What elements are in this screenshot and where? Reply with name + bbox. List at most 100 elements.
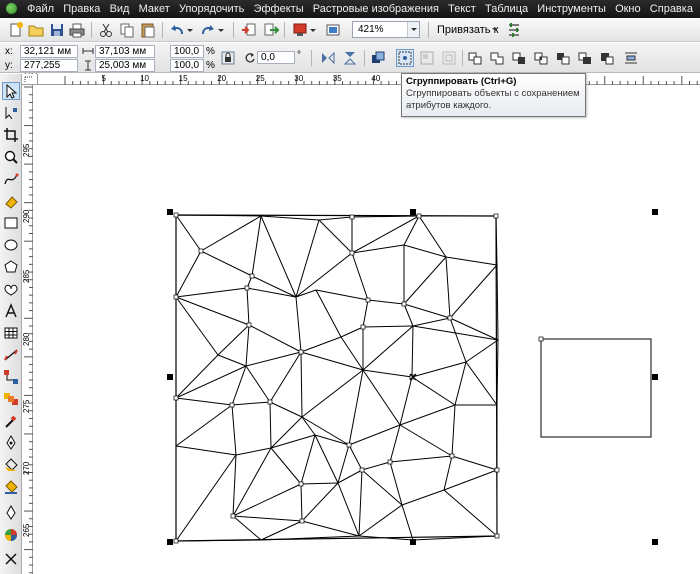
pick-tool-icon[interactable]	[2, 82, 20, 100]
open-folder-icon[interactable]	[27, 21, 45, 39]
menu-item[interactable]: Окно	[612, 3, 644, 15]
redo-dropdown-icon[interactable]	[217, 21, 225, 39]
group-icon[interactable]	[396, 49, 414, 67]
chevron-down-icon[interactable]	[492, 28, 498, 31]
zoom-level-combo[interactable]: 421%	[352, 21, 420, 38]
lock-ratio-icon[interactable]	[221, 51, 235, 68]
menu-item[interactable]: Справка	[647, 3, 696, 15]
polygon-tool-icon[interactable]	[2, 258, 20, 276]
menu-item[interactable]: Макет	[136, 3, 173, 15]
mesh-node	[349, 214, 355, 220]
align-distribute-icon[interactable]	[622, 49, 640, 67]
object-width-field[interactable]: 37,103 мм	[95, 45, 155, 58]
vertical-ruler[interactable]: 295 290 285 280 275 270 265	[22, 85, 33, 574]
selection-handle[interactable]	[167, 209, 173, 215]
ungroup-icon[interactable]	[418, 49, 436, 67]
smart-fill-tool-icon[interactable]	[2, 192, 20, 210]
menu-item[interactable]: Правка	[60, 3, 103, 15]
rectangle-object[interactable]	[540, 338, 652, 438]
menu-item[interactable]: Упорядочить	[176, 3, 247, 15]
intersect-icon[interactable]	[532, 49, 550, 67]
new-document-icon[interactable]	[7, 21, 25, 39]
combine-icon[interactable]	[466, 49, 484, 67]
options-icon[interactable]	[505, 21, 523, 39]
save-icon[interactable]	[48, 21, 66, 39]
app-icon[interactable]	[2, 0, 20, 18]
mirror-horizontal-icon[interactable]	[319, 49, 337, 67]
menu-item[interactable]: Эффекты	[251, 3, 307, 15]
drawing-canvas[interactable]	[34, 86, 700, 574]
ruler-origin[interactable]	[22, 74, 38, 85]
selection-handle[interactable]	[652, 209, 658, 215]
y-position-field[interactable]: 277,255 мм	[20, 59, 78, 82]
order-icon[interactable]	[369, 49, 387, 67]
basic-shapes-tool-icon[interactable]	[2, 280, 20, 298]
undo-dropdown-icon[interactable]	[186, 21, 194, 39]
selection-handle[interactable]	[167, 374, 173, 380]
front-minus-back-icon[interactable]	[576, 49, 594, 67]
fill-tool-icon[interactable]	[2, 456, 20, 474]
rectangle-tool-icon[interactable]	[2, 214, 20, 232]
menu-item[interactable]: Вид	[107, 3, 133, 15]
horizontal-ruler[interactable]: 5101520253035404550	[38, 74, 700, 85]
x-position-field[interactable]: 32,121 мм	[20, 45, 78, 58]
snap-to-label[interactable]: Привязать к	[437, 24, 498, 36]
menu-item[interactable]: Файл	[24, 3, 57, 15]
connector-tool-icon[interactable]	[2, 368, 20, 386]
color-wheel-icon[interactable]	[2, 526, 20, 544]
dimension-tool-icon[interactable]	[2, 346, 20, 364]
ellipse-tool-icon[interactable]	[2, 236, 20, 254]
zoom-tool-icon[interactable]	[2, 148, 20, 166]
redo-icon[interactable]	[199, 21, 217, 39]
mesh-edge	[175, 287, 248, 298]
freehand-tool-icon[interactable]	[2, 170, 20, 188]
chevron-down-icon[interactable]	[407, 22, 419, 37]
menu-item[interactable]: Растровые изображения	[310, 3, 442, 15]
menu-item[interactable]: Текст	[445, 3, 479, 15]
outline-pen-tool-icon[interactable]	[2, 434, 20, 452]
menu-items: Файл Правка Вид Макет Упорядочить Эффекты Раст…	[24, 3, 700, 15]
scale-height-field[interactable]: 100,0	[170, 59, 204, 72]
rotation-angle-field[interactable]: 0,0	[257, 51, 295, 64]
cut-icon[interactable]	[97, 21, 115, 39]
crop-tool-icon[interactable]	[2, 126, 20, 144]
text-tool-icon[interactable]	[2, 302, 20, 320]
back-minus-front-icon[interactable]	[598, 49, 616, 67]
mesh-edge	[260, 215, 297, 298]
interactive-fill-tool-icon[interactable]	[2, 478, 20, 496]
mirror-vertical-icon[interactable]	[341, 49, 359, 67]
mesh-frame[interactable]	[175, 214, 498, 542]
eyedropper-tool-icon[interactable]	[2, 412, 20, 430]
application-launcher-icon[interactable]	[291, 21, 309, 39]
mesh-node	[173, 538, 179, 544]
import-icon[interactable]	[240, 21, 258, 39]
print-icon[interactable]	[68, 21, 86, 39]
menu-item[interactable]: Таблица	[482, 3, 531, 15]
export-icon[interactable]	[262, 21, 280, 39]
selection-handle[interactable]	[652, 374, 658, 380]
scale-width-field[interactable]: 100,0	[170, 45, 204, 58]
launcher-dropdown-icon[interactable]	[309, 21, 317, 39]
welcome-screen-icon[interactable]	[324, 21, 342, 39]
selection-handle[interactable]	[652, 539, 658, 545]
table-tool-icon[interactable]	[2, 324, 20, 342]
ruler-label: 5	[101, 74, 106, 83]
paste-icon[interactable]	[139, 21, 157, 39]
copy-icon[interactable]	[118, 21, 136, 39]
weld-icon[interactable]	[488, 49, 506, 67]
selection-handle[interactable]	[410, 539, 416, 545]
mesh-edge	[399, 376, 413, 426]
menu-item[interactable]: Инструменты	[534, 3, 609, 15]
outline-tool-icon[interactable]	[2, 504, 20, 522]
trim-icon[interactable]	[510, 49, 528, 67]
shape-tool-icon[interactable]	[2, 104, 20, 122]
blend-tool-icon[interactable]	[2, 390, 20, 408]
selection-handle[interactable]	[167, 539, 173, 545]
ruler-label: 265	[22, 523, 31, 537]
selection-handle[interactable]	[410, 209, 416, 215]
ungroup-all-icon[interactable]	[440, 49, 458, 67]
undo-icon[interactable]	[168, 21, 186, 39]
no-fill-icon[interactable]	[2, 550, 20, 568]
object-height-field[interactable]: 25,003 мм	[95, 59, 155, 72]
simplify-icon[interactable]	[554, 49, 572, 67]
